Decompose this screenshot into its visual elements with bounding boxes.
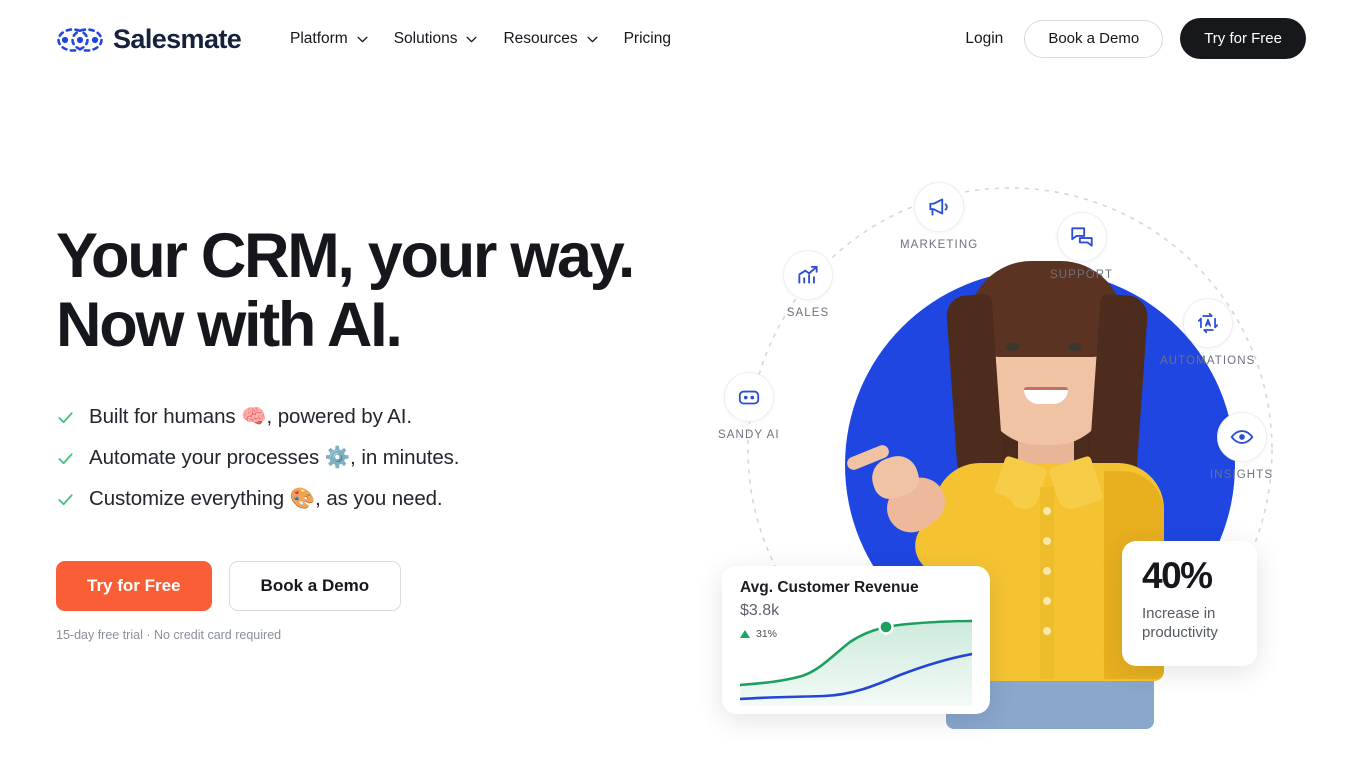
salesmate-logo-icon	[57, 27, 103, 52]
hero-benefit-list: Built for humans 🧠, powered by AI. Autom…	[56, 405, 676, 511]
check-icon	[58, 412, 73, 423]
orbit-node-label: SUPPORT	[1050, 269, 1114, 281]
nav-item-label: Pricing	[623, 30, 671, 47]
orbit-node-marketing[interactable]: MARKETING	[900, 182, 978, 251]
primary-nav: Platform Solutions Resources Pricing	[290, 26, 697, 52]
orbit-node-support[interactable]: SUPPORT	[1050, 212, 1113, 281]
list-item: Built for humans 🧠, powered by AI.	[56, 405, 676, 429]
bar-chart-arrow-icon	[783, 250, 833, 300]
chevron-down-icon	[466, 36, 478, 42]
header-book-demo-button[interactable]: Book a Demo	[1024, 19, 1164, 58]
robot-icon	[723, 372, 774, 422]
orbit-node-label: AUTOMATIONS	[1160, 355, 1256, 367]
orbit-node-insights[interactable]: INSIGHTS	[1210, 412, 1273, 481]
orbit-node-label: SALES	[786, 307, 830, 319]
nav-item-platform[interactable]: Platform	[290, 26, 394, 52]
nav-item-label: Platform	[290, 30, 348, 47]
nav-item-solutions[interactable]: Solutions	[394, 26, 504, 52]
nav-item-resources[interactable]: Resources	[503, 26, 623, 52]
card-delta: 31%	[740, 628, 777, 640]
orbit-node-automations[interactable]: AUTOMATIONS	[1160, 298, 1255, 367]
orbit-node-label: SANDY AI	[718, 429, 780, 441]
list-item: Customize everything 🎨, as you need.	[56, 487, 676, 511]
nav-item-label: Solutions	[393, 30, 458, 47]
trend-up-icon	[740, 630, 750, 638]
site-header: Salesmate Platform Solutions Resources P…	[0, 0, 1360, 80]
header-try-free-button[interactable]: Try for Free	[1180, 18, 1306, 59]
hero-cta-row: Try for Free Book a Demo	[56, 561, 676, 612]
stat-number: 40%	[1142, 555, 1213, 596]
productivity-stat-card: 40% Increase in productivity	[1122, 541, 1257, 666]
orbit-node-sandy-ai[interactable]: SANDY AI	[718, 372, 780, 441]
revenue-sparkline-chart	[740, 619, 972, 706]
logo[interactable]: Salesmate	[56, 24, 242, 55]
chart-data-point-marker	[878, 619, 894, 635]
check-icon	[58, 494, 73, 505]
brand-name: Salesmate	[113, 24, 242, 54]
card-value: $3.8k	[740, 602, 780, 619]
hero-book-demo-button[interactable]: Book a Demo	[228, 561, 402, 612]
chevron-down-icon	[587, 36, 598, 42]
card-delta-label: 31%	[756, 628, 778, 640]
hero-try-free-button[interactable]: Try for Free	[56, 561, 212, 612]
login-link[interactable]: Login	[961, 30, 1007, 48]
header-actions: Login Book a Demo Try for Free	[961, 18, 1306, 59]
nav-item-pricing[interactable]: Pricing	[624, 26, 697, 52]
list-item-label: Customize everything 🎨, as you need.	[89, 487, 443, 511]
trial-fineprint: 15-day free trial · No credit card requi…	[56, 628, 282, 643]
chevron-down-icon	[357, 36, 368, 42]
hero-copy: Your CRM, your way. Now with AI. Built f…	[56, 222, 676, 642]
orbit-node-label: INSIGHTS	[1210, 469, 1274, 481]
orbit-node-sales[interactable]: SALES	[783, 250, 833, 319]
list-item-label: Automate your processes ⚙️, in minutes.	[89, 446, 460, 470]
card-title: Avg. Customer Revenue	[740, 579, 919, 596]
avg-customer-revenue-card: Avg. Customer Revenue $3.8k 31%	[722, 566, 990, 714]
page-title: Your CRM, your way. Now with AI.	[56, 221, 635, 360]
list-item-label: Built for humans 🧠, powered by AI.	[89, 405, 412, 429]
megaphone-icon	[914, 182, 965, 232]
chat-bubbles-icon	[1056, 212, 1107, 262]
automation-loop-icon	[1182, 298, 1233, 348]
orbit-node-label: MARKETING	[900, 239, 979, 251]
check-icon	[58, 453, 73, 464]
stat-caption: Increase in productivity	[1142, 605, 1218, 642]
eye-icon	[1216, 412, 1267, 462]
list-item: Automate your processes ⚙️, in minutes.	[56, 446, 676, 470]
nav-item-label: Resources	[503, 30, 578, 47]
